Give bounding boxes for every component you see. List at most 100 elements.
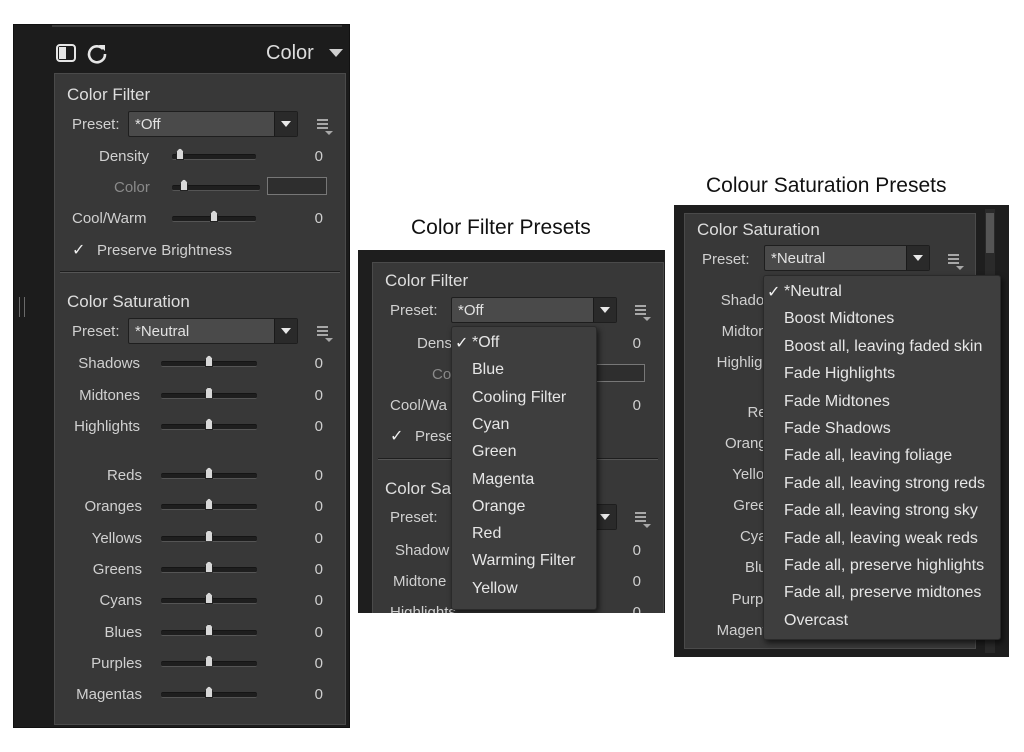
preset-menu-icon[interactable]: [635, 305, 651, 321]
tone-label-shadows: Shadows: [78, 355, 140, 372]
value-midtones: 0: [314, 386, 323, 404]
menu-item[interactable]: Green: [472, 443, 516, 461]
menu-item[interactable]: Boost all, leaving faded skin: [784, 338, 982, 356]
tone-label-midtones: Midtones: [79, 386, 140, 404]
midtones-value: 0: [632, 573, 641, 590]
scrollbar-thumb[interactable]: [986, 213, 994, 253]
slider-purples[interactable]: [161, 654, 257, 671]
slider-thumb[interactable]: [180, 179, 188, 191]
value-shadows: 0: [314, 355, 323, 372]
color-label-reds: Reds: [106, 467, 142, 484]
slider-thumb[interactable]: [205, 623, 213, 636]
slider-track[interactable]: [172, 154, 256, 160]
menu-item[interactable]: Overcast: [784, 612, 848, 630]
menu-item[interactable]: Fade Highlights: [784, 365, 895, 383]
color-filter-preset-label: Preset:: [72, 116, 120, 133]
chevron-down-icon[interactable]: [274, 112, 297, 136]
menu-item[interactable]: Cyan: [472, 416, 509, 434]
color-swatch[interactable]: [267, 177, 327, 195]
cool-warm-label: Cool/Warm: [72, 210, 147, 227]
menu-item[interactable]: Fade Midtones: [784, 393, 890, 411]
menu-item[interactable]: Cooling Filter: [472, 389, 566, 407]
slider-thumb[interactable]: [205, 467, 213, 479]
menu-item[interactable]: Fade all, preserve highlights: [784, 557, 984, 575]
menu-item[interactable]: Fade all, leaving strong sky: [784, 502, 978, 520]
slider-thumb[interactable]: [205, 654, 213, 667]
color-filter-preset-value: *Off: [135, 116, 161, 133]
slider-greens[interactable]: [161, 560, 257, 577]
preset-menu-icon[interactable]: [317, 326, 333, 342]
value-blues: 0: [314, 623, 323, 641]
slider-oranges[interactable]: [161, 498, 257, 514]
slider-yellows[interactable]: [161, 529, 257, 546]
preset-menu-icon[interactable]: [317, 119, 333, 135]
menu-item[interactable]: Yellow: [472, 580, 518, 598]
slider-thumb[interactable]: [205, 560, 213, 573]
cool-warm-slider[interactable]: [172, 210, 256, 226]
preset-menu-icon[interactable]: [948, 254, 964, 270]
menu-item[interactable]: Magenta: [472, 471, 534, 489]
preset-label: Preset:: [702, 251, 750, 268]
color-label-greens: Greens: [92, 560, 142, 578]
preserve-brightness-checkbox[interactable]: ✓: [72, 240, 85, 260]
collapse-triangle-icon[interactable]: [329, 49, 343, 59]
menu-item[interactable]: Blue: [472, 361, 504, 379]
menu-item[interactable]: Fade Shadows: [784, 420, 891, 438]
menu-item[interactable]: Fade all, preserve midtones: [784, 584, 981, 602]
checkmark-icon: ✓: [767, 284, 781, 301]
chevron-down-icon[interactable]: [274, 319, 297, 343]
slider-blues[interactable]: [161, 623, 257, 640]
slider-thumb[interactable]: [205, 498, 213, 511]
color-filter-preset-dropdown[interactable]: *Off: [451, 297, 617, 323]
panel-resize-grip[interactable]: [19, 297, 25, 317]
menu-item[interactable]: Fade all, leaving foliage: [784, 447, 952, 465]
menu-item[interactable]: *Neutral: [784, 283, 842, 301]
compare-icon[interactable]: [56, 44, 76, 62]
menu-item[interactable]: Fade all, leaving weak reds: [784, 530, 978, 548]
slider-thumb[interactable]: [205, 418, 213, 430]
slider-thumb[interactable]: [205, 529, 213, 542]
color-filter-presets-caption: Color Filter Presets: [411, 216, 591, 239]
reset-icon[interactable]: [86, 42, 108, 64]
density-label: Density: [99, 148, 150, 165]
slider-shadows[interactable]: [161, 355, 257, 371]
preserve-brightness-label: Prese: [415, 428, 455, 445]
slider-highlights[interactable]: [161, 418, 257, 434]
preset-value: *Off: [458, 302, 484, 319]
slider-thumb[interactable]: [205, 592, 213, 605]
chevron-down-icon[interactable]: [906, 246, 929, 270]
value-yellows: 0: [314, 529, 323, 547]
menu-item[interactable]: Boost Midtones: [784, 310, 894, 328]
slider-cyans[interactable]: [161, 592, 257, 608]
slider-thumb[interactable]: [210, 210, 218, 222]
panel-title: Color: [266, 42, 314, 64]
chevron-down-icon[interactable]: [593, 298, 616, 322]
menu-item[interactable]: Warming Filter: [472, 552, 575, 570]
color-saturation-preset-dropdown[interactable]: *Neutral: [128, 318, 298, 344]
slider-thumb[interactable]: [205, 686, 213, 699]
preset-menu-icon[interactable]: [635, 512, 651, 528]
color-saturation-title: Color Saturation: [697, 220, 820, 239]
slider-thumb[interactable]: [205, 355, 213, 367]
slider-magentas[interactable]: [161, 686, 257, 702]
color-label-magentas: Magentas: [76, 686, 142, 704]
color-filter-preset-dropdown[interactable]: *Off: [128, 111, 298, 137]
cool-warm-label: Cool/Wa: [390, 397, 447, 414]
slider-midtones[interactable]: [161, 386, 257, 403]
highlights-label: Highlights: [390, 604, 456, 613]
menu-item[interactable]: Orange: [472, 498, 525, 516]
density-slider[interactable]: [172, 148, 256, 164]
slider-thumb[interactable]: [176, 148, 184, 160]
color-saturation-preset-dropdown[interactable]: *Neutral: [764, 245, 930, 271]
color-slider[interactable]: [172, 179, 260, 195]
slider-reds[interactable]: [161, 467, 257, 483]
preserve-brightness-checkbox[interactable]: ✓: [390, 426, 403, 446]
slider-thumb[interactable]: [205, 386, 213, 399]
color-panel: Color Color Filter Preset: *Off Density …: [13, 24, 350, 728]
menu-item[interactable]: Red: [472, 525, 501, 543]
menu-item[interactable]: *Off: [472, 334, 499, 352]
menu-item[interactable]: Fade all, leaving strong reds: [784, 475, 985, 493]
density-value: 0: [632, 335, 641, 352]
value-oranges: 0: [314, 498, 323, 516]
color-filter-presets-screenshot: Color Filter Preset: *Off Dens 0 Co Cool…: [358, 250, 665, 613]
